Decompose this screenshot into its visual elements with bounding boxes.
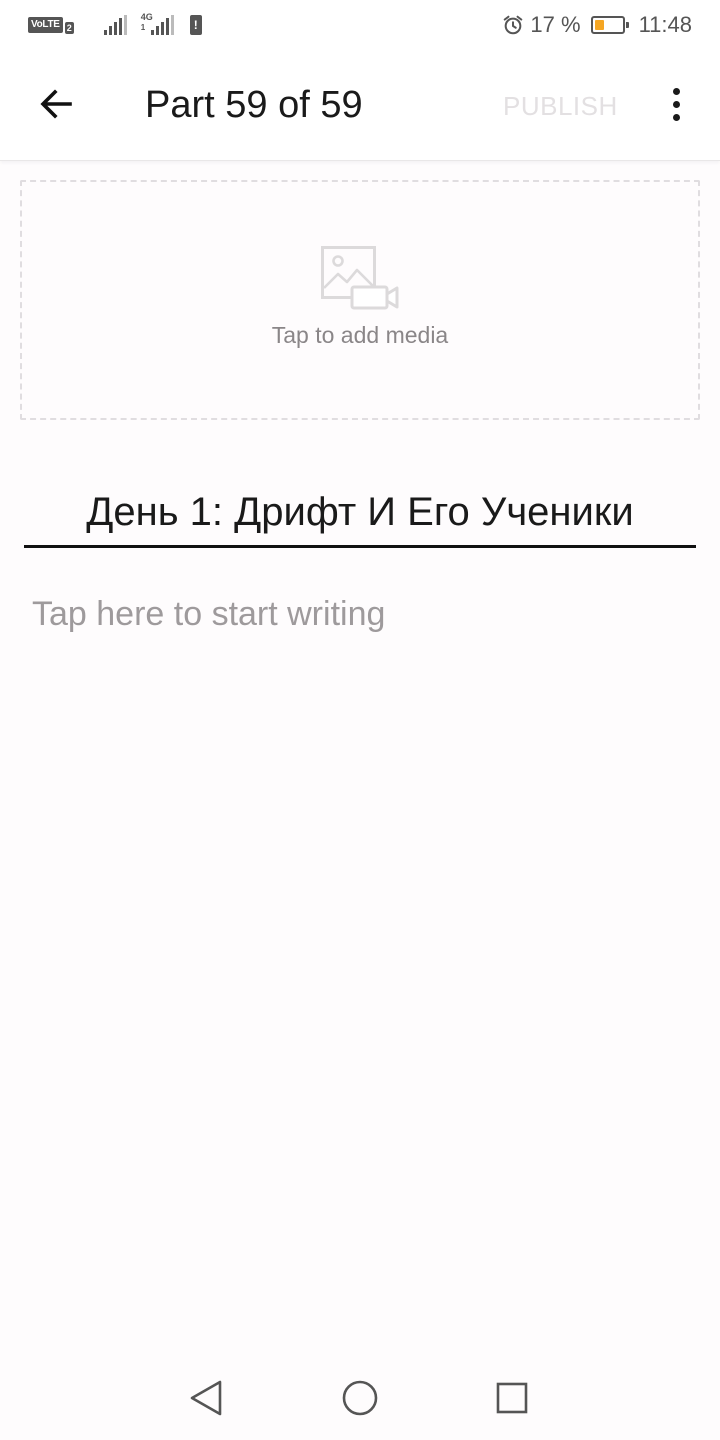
body-placeholder: Tap here to start writing (32, 595, 386, 633)
add-media-area[interactable]: Tap to add media (20, 180, 700, 420)
network-type-label: 4G (140, 12, 153, 22)
battery-icon (590, 16, 629, 34)
image-video-icon (321, 246, 399, 310)
volte-label: VoLTE (28, 17, 63, 33)
publish-button[interactable]: PUBLISH (503, 86, 618, 126)
network-sub-label: 1 (140, 23, 146, 32)
more-options-button[interactable] (654, 80, 698, 128)
battery-fill (594, 20, 604, 30)
clock-time: 11:48 (638, 12, 692, 37)
nav-home-button[interactable] (336, 1374, 384, 1422)
recents-square-icon (496, 1382, 528, 1414)
volte-icon: VoLTE 2 (28, 16, 74, 34)
dot-icon (672, 113, 680, 121)
signal-strength-icon (103, 15, 127, 35)
signal-4g-icon: 4G 1 (140, 12, 174, 35)
status-left-group: VoLTE 2 4G 1 ! (28, 12, 202, 38)
sim-slot-label: 2 (64, 22, 74, 34)
dot-icon (672, 100, 680, 108)
back-button[interactable] (32, 80, 80, 128)
alert-battery-icon: ! (189, 15, 202, 35)
story-body-editor[interactable]: Tap here to start writing (32, 590, 692, 1290)
status-right-group: 17 % 11:48 (502, 10, 692, 40)
part-title-input[interactable] (24, 486, 696, 548)
dot-icon (672, 87, 680, 95)
battery-percent: 17 % (530, 12, 581, 37)
nav-back-button[interactable] (182, 1374, 230, 1422)
alarm-clock-icon (504, 15, 523, 35)
page-title: Part 59 of 59 (145, 84, 363, 126)
back-triangle-icon (190, 1380, 222, 1416)
app-bar: Part 59 of 59 PUBLISH (0, 50, 720, 161)
system-nav-bar (0, 1352, 720, 1440)
add-media-label: Tap to add media (271, 322, 449, 348)
status-bar: VoLTE 2 4G 1 ! 17 % 11:48 (0, 0, 720, 50)
back-arrow-icon (40, 89, 72, 119)
nav-recents-button[interactable] (488, 1374, 536, 1422)
home-circle-icon (342, 1380, 378, 1416)
